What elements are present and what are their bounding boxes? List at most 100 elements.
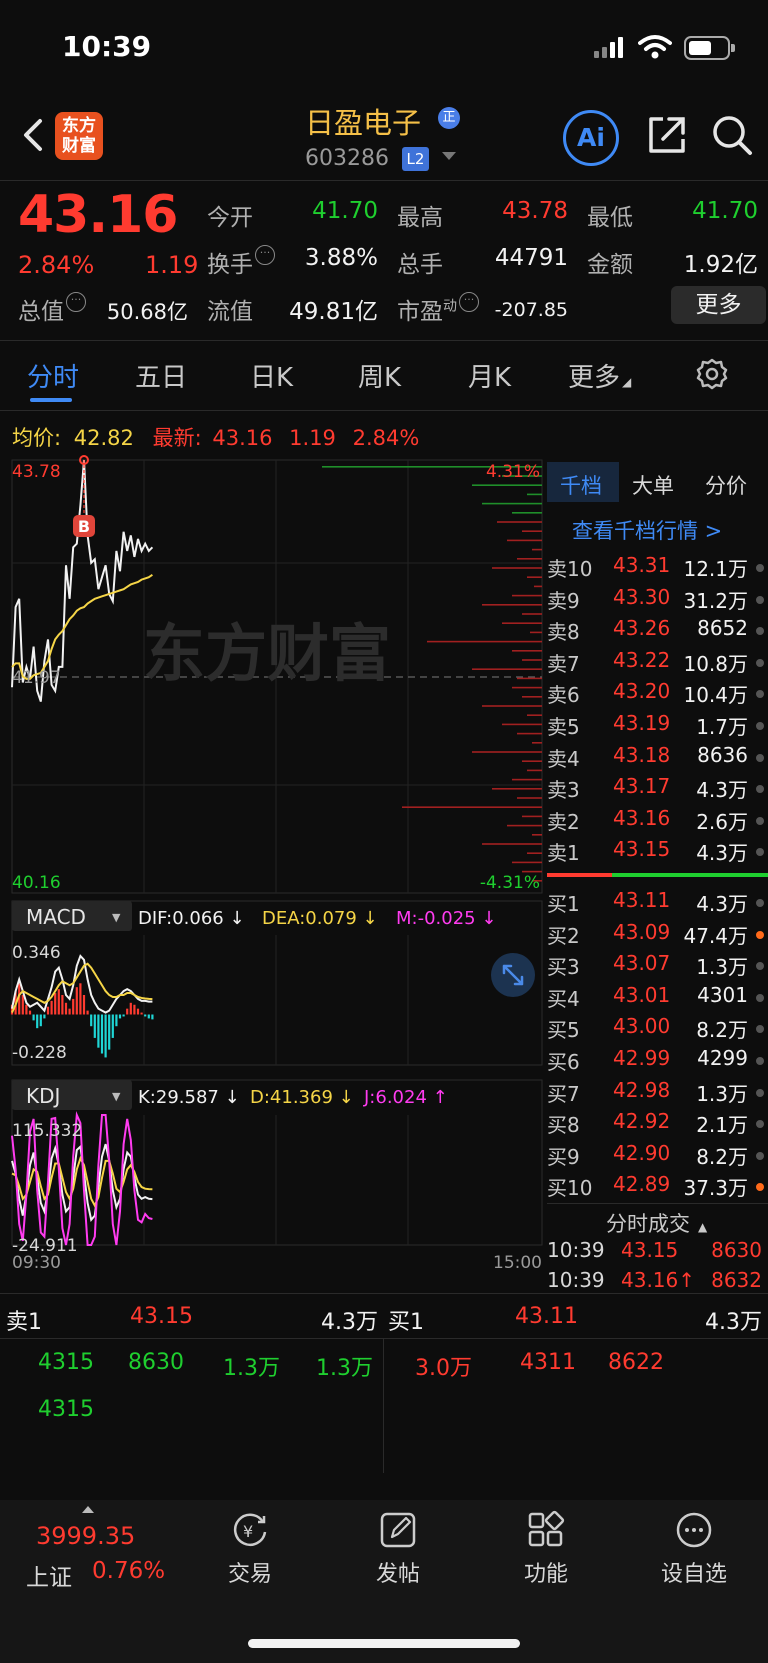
tab-weekly-k[interactable]: 周K: [358, 357, 401, 394]
divider: [0, 340, 768, 341]
app-logo: 东方 财富: [55, 112, 103, 160]
chevron-down-icon[interactable]: [442, 152, 456, 160]
bid-row[interactable]: 买4 43.01 4301: [547, 983, 768, 1014]
nav-watchlist[interactable]: 设自选: [644, 1510, 744, 1588]
ai-button[interactable]: Ai: [563, 110, 619, 166]
volume-label: 总手: [397, 252, 443, 278]
high-label: 最高: [397, 205, 443, 231]
bid-row[interactable]: 买9 42.90 8.2万: [547, 1141, 768, 1172]
total-value-label: 总值 ···: [18, 292, 86, 326]
ask-row[interactable]: 卖3 43.17 4.3万: [547, 774, 768, 805]
amount-label: 金额: [587, 252, 633, 278]
tab-five-day[interactable]: 五日: [135, 357, 187, 394]
bid-row[interactable]: 买3 43.07 1.3万: [547, 951, 768, 982]
bid-row[interactable]: 买1 43.11 4.3万: [547, 888, 768, 919]
trades-divider: [547, 1203, 768, 1204]
depth-bar: [517, 732, 542, 735]
tab-big-order[interactable]: 大单: [632, 470, 674, 500]
trades-title[interactable]: 分时成交 ▲: [606, 1208, 707, 1238]
index-name: 上证: [26, 1565, 72, 1591]
search-icon[interactable]: [710, 113, 754, 157]
ask-row[interactable]: 卖2 43.16 2.6万: [547, 806, 768, 837]
dot-icon: [756, 595, 764, 604]
bid-row[interactable]: 买8 42.92 2.1万: [547, 1109, 768, 1140]
bid-volume: 8.2万: [696, 1144, 748, 1169]
dot-icon: [756, 564, 764, 572]
triangle-icon: [82, 1506, 94, 1513]
dot-icon: [756, 785, 764, 794]
stock-code[interactable]: 603286: [305, 146, 389, 171]
change-percent: 2.84%: [18, 251, 95, 279]
back-icon[interactable]: [18, 115, 48, 155]
turnover-label: 换手 ···: [207, 245, 275, 279]
kdj-top-label: 115.332: [12, 1121, 82, 1141]
nav-trade[interactable]: ¥ 交易: [200, 1510, 300, 1588]
macd-dea: DEA:0.079 ↓: [262, 908, 378, 929]
view-qiandang-link[interactable]: 查看千档行情 >: [572, 515, 722, 545]
tab-price-split[interactable]: 分价: [705, 470, 747, 500]
ask-volume: 4.3万: [696, 841, 748, 866]
ask-volume: 8652: [697, 616, 748, 641]
ask-row[interactable]: 卖1 43.15 4.3万: [547, 837, 768, 868]
more-button[interactable]: 更多: [671, 286, 766, 324]
ask-row[interactable]: 卖7 43.22 10.8万: [547, 648, 768, 679]
bid-volume: 4301: [697, 982, 748, 1007]
pct-bottom-label: -4.31%: [480, 873, 540, 893]
active-tab-indicator: [30, 398, 72, 402]
trade-volume: 8632: [711, 1268, 762, 1292]
ask-row[interactable]: 卖9 43.30 31.2万: [547, 585, 768, 616]
depth-bar: [522, 613, 542, 615]
home-indicator[interactable]: [248, 1639, 520, 1648]
index-pct: 0.76%: [92, 1558, 166, 1584]
tab-qiandang[interactable]: 千档: [560, 470, 602, 500]
nav-post[interactable]: 发帖: [348, 1510, 448, 1588]
bid-row[interactable]: 买7 42.98 1.3万: [547, 1078, 768, 1109]
depth-bar: [527, 714, 542, 716]
nav-functions[interactable]: 功能: [496, 1510, 596, 1588]
spread-bar-green: [612, 873, 768, 877]
bid-row[interactable]: 买6 42.99 4299: [547, 1046, 768, 1077]
tab-intraday[interactable]: 分时: [27, 357, 79, 394]
dot-icon: [756, 993, 764, 1002]
bid-price: 42.98: [613, 1077, 671, 1102]
ask-row[interactable]: 卖10 43.31 12.1万: [547, 553, 768, 584]
bid-price: 43.01: [613, 982, 671, 1007]
l2-badge[interactable]: L2: [402, 147, 429, 171]
depth-bar: [512, 650, 542, 652]
tab-daily-k[interactable]: 日K: [250, 357, 293, 394]
bid-label: 买3: [547, 955, 580, 980]
index-ticker[interactable]: 3999.35 上证 0.76%: [0, 1500, 170, 1600]
ask-volume: 10.4万: [683, 683, 748, 708]
wifi-icon: [638, 35, 672, 59]
trade-row: 10:39 43.15 8630: [547, 1238, 768, 1269]
ask-row[interactable]: 卖6 43.20 10.4万: [547, 679, 768, 710]
buy-queue-item: 3.0万: [415, 1356, 472, 1381]
buy-queue-item: 8622: [608, 1350, 664, 1375]
sell-queue-item: 4315: [38, 1350, 94, 1375]
ask-volume: 2.6万: [696, 809, 748, 834]
share-icon[interactable]: [645, 113, 689, 157]
depth-bar: [527, 852, 542, 854]
total-value: 50.68亿: [106, 300, 188, 324]
gear-icon[interactable]: [695, 357, 729, 391]
price-bottom-label: 40.16: [12, 873, 61, 893]
bid-row[interactable]: 买2 43.09 47.4万: [547, 920, 768, 951]
kdj-d: D:41.369 ↓: [250, 1087, 354, 1108]
macd-title: MACD: [26, 905, 86, 929]
tab-monthly-k[interactable]: 月K: [468, 357, 511, 394]
ask-row[interactable]: 卖8 43.26 8652: [547, 616, 768, 647]
depth-bar: [482, 843, 542, 845]
time-end-label: 15:00: [493, 1253, 542, 1273]
depth-bar: [527, 493, 542, 496]
divider: [0, 1293, 768, 1294]
bid-row[interactable]: 买10 42.89 37.3万: [547, 1172, 768, 1203]
depth-bar: [472, 484, 542, 486]
more-circle-icon: [676, 1512, 712, 1548]
buy1-vol: 4.3万: [705, 1310, 762, 1335]
ask-row[interactable]: 卖5 43.19 1.7万: [547, 711, 768, 742]
bid-row[interactable]: 买5 43.00 8.2万: [547, 1014, 768, 1045]
ask-row[interactable]: 卖4 43.18 8636: [547, 743, 768, 774]
tab-more[interactable]: 更多 ◢: [568, 357, 631, 394]
trade-icon: ¥: [233, 1513, 267, 1546]
watermark: 东方财富: [143, 617, 391, 690]
